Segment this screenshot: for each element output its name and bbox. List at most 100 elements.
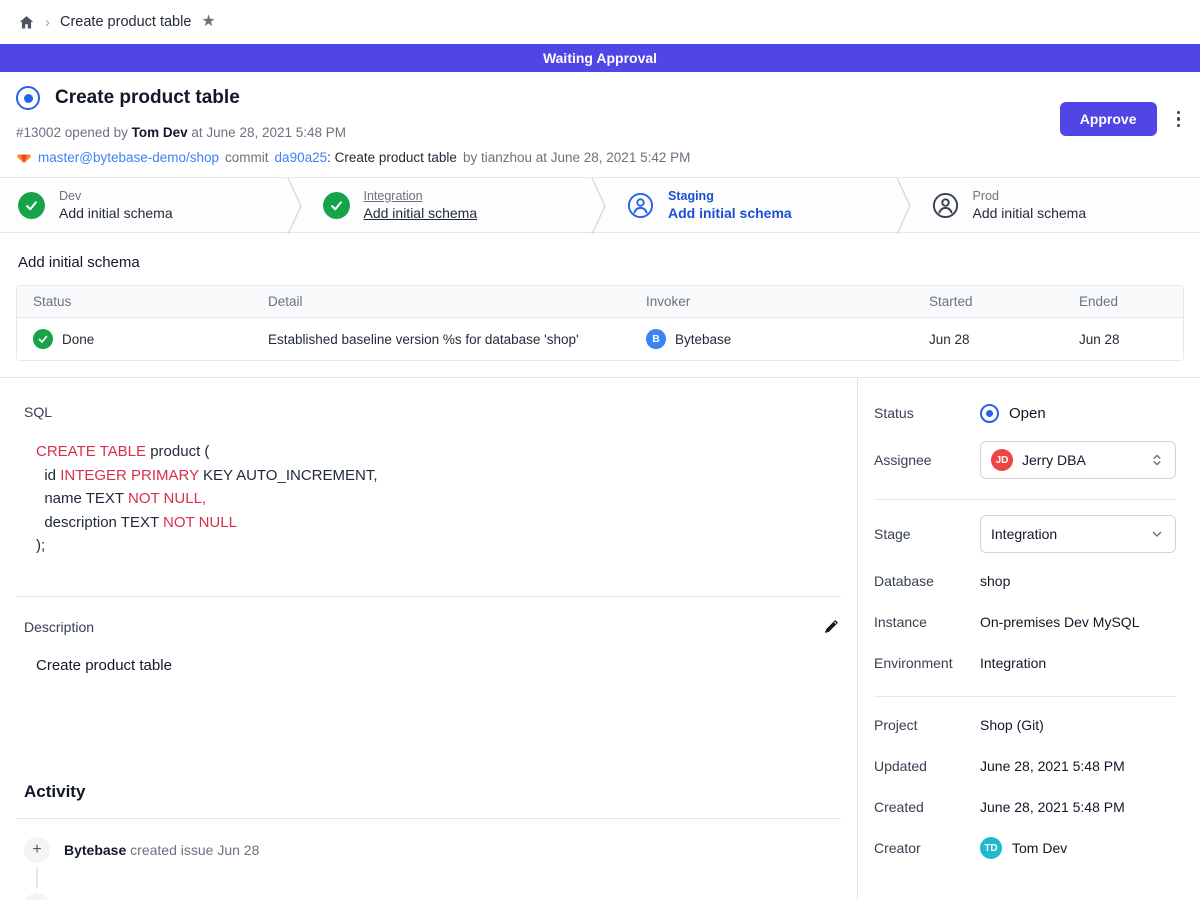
activity-heading: Activity <box>24 782 857 802</box>
plus-icon: + <box>24 837 50 863</box>
left-panel: SQL CREATE TABLE product ( id INTEGER PR… <box>0 378 858 900</box>
col-started: Started <box>913 286 1063 318</box>
stage-task-label: Add initial schema <box>364 205 478 221</box>
col-invoker: Invoker <box>630 286 913 318</box>
creator-label: Creator <box>874 840 980 856</box>
stage-integration[interactable]: Integration Add initial schema <box>305 178 592 232</box>
creator-value: Tom Dev <box>1012 840 1067 856</box>
issue-title: Create product table <box>55 87 240 109</box>
task-table: Status Detail Invoker Started Ended Done… <box>16 285 1184 361</box>
issue-meta: #13002 opened by Tom Dev at June 28, 202… <box>16 125 690 140</box>
task-status: Done <box>62 332 94 347</box>
col-detail: Detail <box>252 286 630 318</box>
assignee-label: Assignee <box>874 452 980 468</box>
updown-chevrons-icon <box>1149 452 1165 468</box>
breadcrumb: › Create product table ★ <box>0 0 1200 44</box>
task-detail: Established baseline version %s for data… <box>252 318 630 360</box>
assignee-value: Jerry DBA <box>1022 452 1140 468</box>
description-label: Description <box>24 619 94 635</box>
divider <box>16 596 841 597</box>
updated-label: Updated <box>874 758 980 774</box>
stage-pending-approval-icon <box>627 192 654 219</box>
project-value: Shop (Git) <box>980 717 1044 733</box>
environment-label: Environment <box>874 655 980 671</box>
commit-branch-link[interactable]: master@bytebase-demo/shop <box>38 150 219 165</box>
commit-line: master@bytebase-demo/shop commit da90a25… <box>16 149 690 165</box>
issue-opened-time: at June 28, 2021 5:48 PM <box>191 125 346 140</box>
database-value: shop <box>980 573 1010 589</box>
stage-env-label: Integration <box>364 189 478 203</box>
stage-prod[interactable]: Prod Add initial schema <box>914 178 1200 232</box>
divider <box>16 818 841 819</box>
stage-separator <box>287 178 305 234</box>
approval-banner: Waiting Approval <box>0 44 1200 72</box>
task-invoker: Bytebase <box>675 332 731 347</box>
issue-open-icon <box>16 86 40 110</box>
updated-value: June 28, 2021 5:48 PM <box>980 758 1125 774</box>
environment-value: Integration <box>980 655 1046 671</box>
stage-label: Stage <box>874 526 980 542</box>
task-started: Jun 28 <box>913 318 1063 360</box>
breadcrumb-page-title: Create product table <box>60 14 191 30</box>
instance-value: On-premises Dev MySQL <box>980 614 1139 630</box>
main-content: SQL CREATE TABLE product ( id INTEGER PR… <box>0 377 1200 900</box>
task-section: Add initial schema Status Detail Invoker… <box>0 233 1200 377</box>
divider <box>874 499 1176 500</box>
sidebar: Status Open Assignee JD Jerry DBA Stage … <box>858 378 1200 900</box>
activity-timeline: + Bytebase created issue Jun 28 <box>24 837 857 900</box>
assignee-select[interactable]: JD Jerry DBA <box>980 441 1176 479</box>
stage-env-label: Dev <box>59 189 173 203</box>
stage-value: Integration <box>991 526 1140 542</box>
stage-task-label: Add initial schema <box>668 205 792 221</box>
breadcrumb-chevron-icon: › <box>45 14 50 31</box>
stage-staging[interactable]: Staging Add initial schema <box>609 178 896 232</box>
stage-done-check-icon <box>18 192 45 219</box>
stage-select[interactable]: Integration <box>980 515 1176 553</box>
stage-separator <box>591 178 609 234</box>
task-ended: Jun 28 <box>1063 318 1183 360</box>
timeline-connector <box>36 867 38 889</box>
status-open-icon <box>980 404 999 423</box>
timeline-next-node <box>24 893 50 900</box>
approval-banner-text: Waiting Approval <box>543 50 657 66</box>
commit-label: commit <box>225 150 269 165</box>
stage-pending-icon <box>932 192 959 219</box>
description-text: Create product table <box>36 657 857 674</box>
col-ended: Ended <box>1063 286 1183 318</box>
stage-separator <box>896 178 914 234</box>
status-value: Open <box>1009 405 1046 422</box>
divider <box>874 696 1176 697</box>
favorite-star-icon[interactable]: ★ <box>201 14 215 30</box>
stage-env-label: Staging <box>668 189 792 203</box>
approve-button[interactable]: Approve <box>1060 102 1157 136</box>
pipeline-stages: Dev Add initial schema Integration Add i… <box>0 177 1200 233</box>
table-row[interactable]: Done Established baseline version %s for… <box>17 318 1183 360</box>
issue-author: Tom Dev <box>132 125 188 140</box>
assignee-avatar: JD <box>991 449 1013 471</box>
created-value: June 28, 2021 5:48 PM <box>980 799 1125 815</box>
stage-done-check-icon <box>323 192 350 219</box>
more-options-icon[interactable] <box>1173 107 1185 132</box>
stage-dev[interactable]: Dev Add initial schema <box>0 178 287 232</box>
task-heading: Add initial schema <box>18 254 1184 271</box>
invoker-avatar: B <box>646 329 666 349</box>
col-status: Status <box>17 286 252 318</box>
activity-author: Bytebase <box>64 842 126 858</box>
gitlab-icon <box>16 149 32 165</box>
issue-id: #13002 opened by <box>16 125 128 140</box>
stage-task-label: Add initial schema <box>973 205 1087 221</box>
activity-action: created issue <box>130 842 213 858</box>
commit-message: : Create product table <box>327 150 457 165</box>
activity-date: Jun 28 <box>217 842 259 858</box>
stage-task-label: Add initial schema <box>59 205 173 221</box>
edit-description-icon[interactable] <box>823 619 839 635</box>
database-label: Database <box>874 573 980 589</box>
creator-avatar: TD <box>980 837 1002 859</box>
instance-label: Instance <box>874 614 980 630</box>
stage-env-label: Prod <box>973 189 1087 203</box>
status-label: Status <box>874 405 980 421</box>
home-icon[interactable] <box>18 14 35 31</box>
sql-code: CREATE TABLE product ( id INTEGER PRIMAR… <box>36 440 857 558</box>
commit-sha-link[interactable]: da90a25 <box>275 150 328 165</box>
sql-label: SQL <box>24 404 857 420</box>
